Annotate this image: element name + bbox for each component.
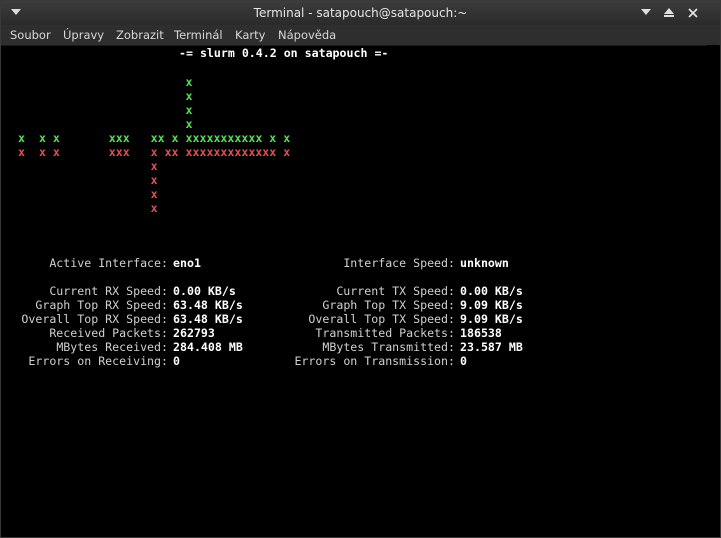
slurm-header: -= slurm 0.4.2 on satapouch =-	[179, 46, 389, 60]
graph-rx-row: x	[18, 89, 193, 103]
tx-graph-top-value: 9.09 KB/s	[460, 298, 523, 312]
graph-rx-row: x	[18, 103, 193, 117]
graph-tx-row: x	[18, 173, 158, 187]
rx-mbytes-value: 284.408 MB	[173, 340, 243, 354]
graph-tx-row: x	[18, 159, 158, 173]
terminal-content[interactable]: -= slurm 0.4.2 on satapouch =- x x x x x…	[6, 45, 706, 535]
tx-graph-top-label: Graph Top TX Speed:	[322, 298, 455, 312]
menu-soubor[interactable]: Soubor	[10, 28, 51, 42]
maximize-icon[interactable]	[660, 5, 676, 21]
scrollbar[interactable]	[707, 45, 719, 537]
tx-mbytes-label: MBytes Transmitted:	[322, 340, 455, 354]
rx-errors-label: Errors on Receiving:	[28, 354, 168, 368]
rx-packets-value: 262793	[173, 326, 215, 340]
tx-errors-label: Errors on Transmission:	[294, 354, 455, 368]
menu-napoveda[interactable]: Nápověda	[278, 28, 336, 42]
minimize-icon[interactable]	[637, 5, 653, 21]
tx-packets-label: Transmitted Packets:	[315, 326, 455, 340]
menu-terminal[interactable]: Terminál	[174, 28, 223, 42]
rx-graph-top-value: 63.48 KB/s	[173, 298, 243, 312]
menu-bar: Soubor Úpravy Zobrazit Terminál Karty Ná…	[1, 25, 720, 46]
rx-errors-value: 0	[173, 354, 180, 368]
graph-tx-row: x	[18, 201, 158, 215]
graph-tx-row: x x x xxx x xx xxxxxxxxxxxxx x	[18, 145, 291, 159]
terminal-window: Terminal - satapouch@satapouch:~ Soubor …	[0, 0, 721, 538]
rx-current-label: Current RX Speed:	[49, 284, 168, 298]
rx-packets-label: Received Packets:	[49, 326, 168, 340]
tx-errors-value: 0	[460, 354, 467, 368]
interface-speed-label: Interface Speed:	[343, 256, 455, 270]
tx-packets-value: 186538	[460, 326, 502, 340]
graph-tx-row: x	[18, 187, 158, 201]
tx-current-label: Current TX Speed:	[336, 284, 455, 298]
graph-rx-row: x	[18, 117, 193, 131]
menu-upravy[interactable]: Úpravy	[63, 28, 104, 42]
rx-overall-top-label: Overall Top RX Speed:	[21, 312, 168, 326]
rx-current-value: 0.00 KB/s	[173, 284, 236, 298]
interface-speed-value: unknown	[460, 256, 509, 270]
rx-graph-top-label: Graph Top RX Speed:	[35, 298, 168, 312]
window-title: Terminal - satapouch@satapouch:~	[253, 6, 468, 20]
title-bar[interactable]: Terminal - satapouch@satapouch:~	[1, 1, 720, 25]
tx-overall-top-value: 9.09 KB/s	[460, 312, 523, 326]
menu-zobrazit[interactable]: Zobrazit	[116, 28, 164, 42]
menu-karty[interactable]: Karty	[235, 28, 265, 42]
close-icon[interactable]	[685, 5, 701, 21]
graph-rx-row: x	[18, 75, 193, 89]
tx-mbytes-value: 23.587 MB	[460, 340, 523, 354]
active-interface-label: Active Interface:	[49, 256, 168, 270]
tx-overall-top-label: Overall Top TX Speed:	[308, 312, 455, 326]
graph-rx-row: x x x xxx xx x xxxxxxxxxxx x x	[18, 131, 291, 145]
rx-mbytes-label: MBytes Received:	[56, 340, 168, 354]
tx-current-value: 0.00 KB/s	[460, 284, 523, 298]
rx-overall-top-value: 63.48 KB/s	[173, 312, 243, 326]
active-interface-value: eno1	[173, 256, 201, 270]
